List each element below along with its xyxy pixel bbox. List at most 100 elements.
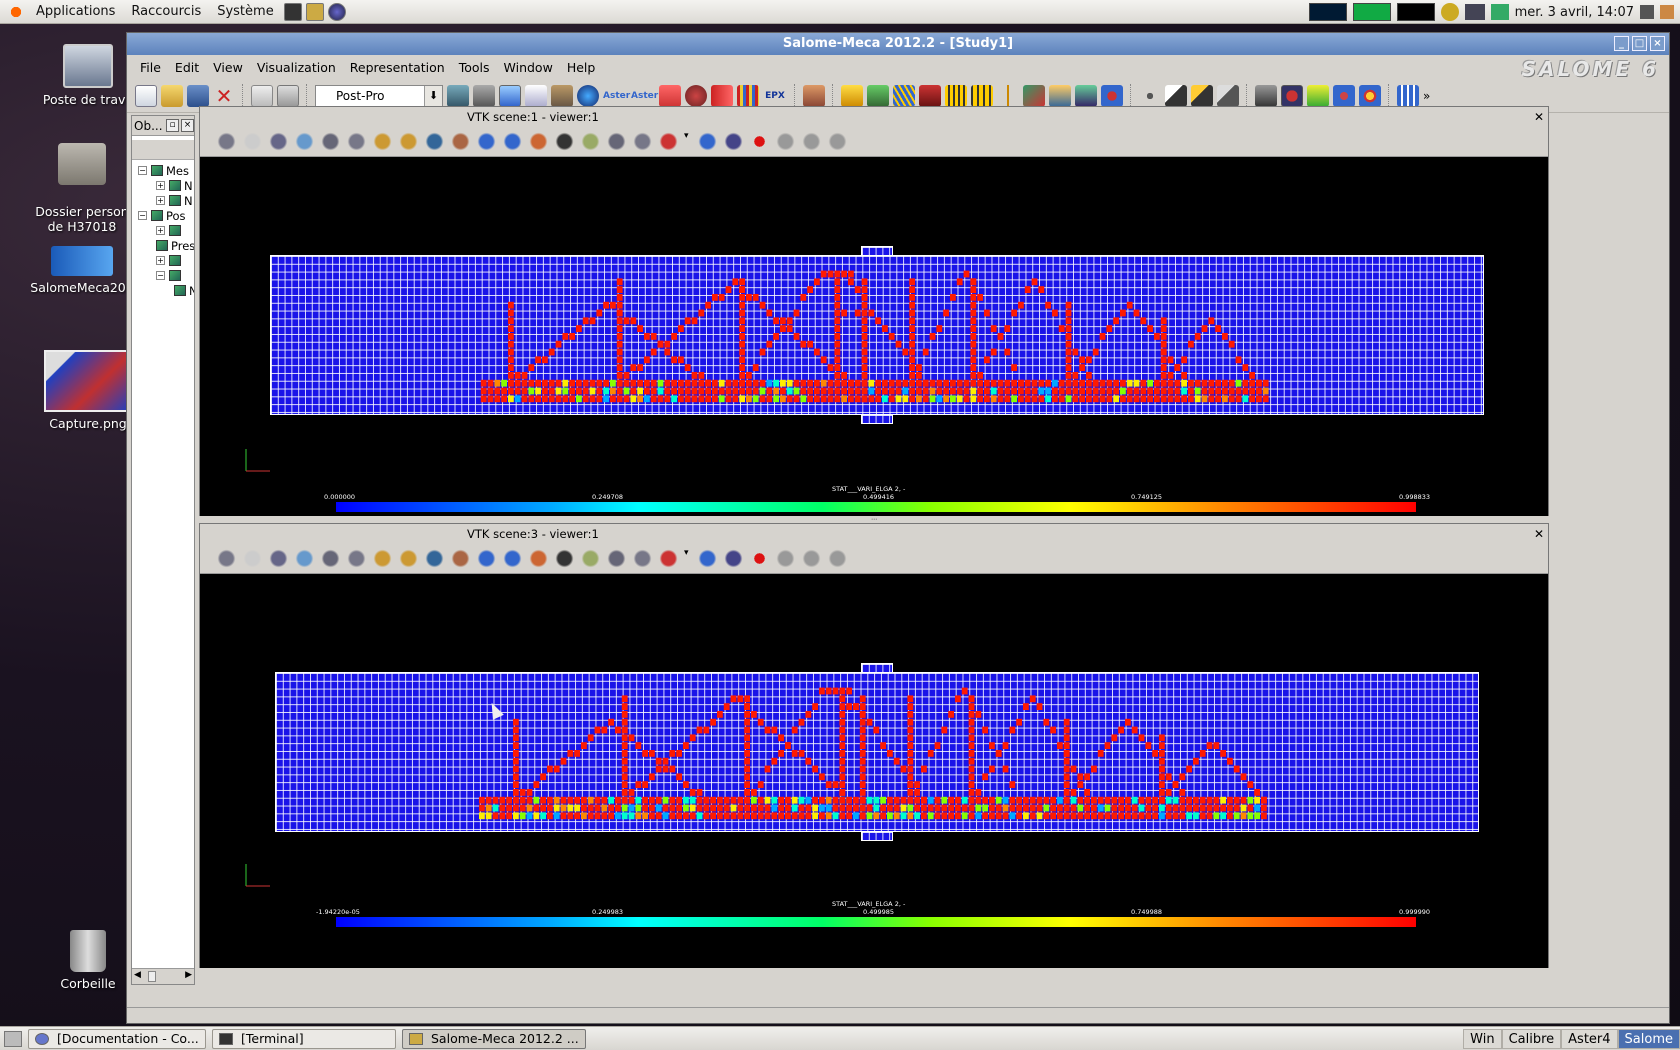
scroll-thumb[interactable] [148,971,156,982]
close-study-icon[interactable]: ✕ [213,85,235,107]
epx-module-button[interactable]: EPX [763,91,787,101]
collapse-icon[interactable]: − [138,166,147,175]
menu-visualization[interactable]: Visualization [250,60,343,75]
selection-icon[interactable] [1139,84,1161,107]
menu-view[interactable]: View [206,60,250,75]
module-selector[interactable]: Post-Pro ⬇ [315,84,443,107]
ericas-icon[interactable] [659,84,681,107]
desktop-icon-home-folder[interactable]: Dossier person de H37018 [22,128,142,249]
object-browser-titlebar[interactable]: Ob... ▫ × [132,116,194,136]
save-icon[interactable] [187,84,209,107]
projection-ortho-icon[interactable] [697,548,718,569]
reset-view-icon[interactable] [528,548,549,569]
connector-icon[interactable] [711,84,733,107]
viewer-titlebar[interactable]: VTK scene:1 - viewer:1 ✕ [200,107,1548,127]
show-desktop-icon[interactable] [4,1030,22,1047]
stripes-icon[interactable] [737,84,759,107]
menu-window[interactable]: Window [497,60,560,75]
projection-ortho-icon[interactable] [697,131,718,152]
paste-icon[interactable] [277,84,299,107]
float-icon[interactable]: ▫ [166,119,179,132]
dump-view-icon[interactable] [1255,84,1277,107]
tree-item[interactable]: Pres [138,238,194,253]
close-icon[interactable]: × [181,119,194,132]
curve-icon[interactable] [1023,84,1045,107]
taskbar-item-documentation[interactable]: [Documentation - Co... [28,1028,206,1049]
lod-icon[interactable] [554,131,575,152]
object-browser-hscrollbar[interactable]: ◀ ▶ [132,968,194,984]
pause-icon[interactable] [801,131,822,152]
rotate-left-icon[interactable] [476,131,497,152]
dump-view-icon[interactable] [216,548,237,569]
viewer-canvas[interactable]: STAT___VARI_ELGA 2, - 0.000000 0.249708 … [200,157,1548,516]
tree-item[interactable]: + N [138,178,194,193]
postpro-module-icon[interactable] [499,84,521,107]
grid-view-icon[interactable] [1397,84,1419,107]
pause-icon[interactable] [801,548,822,569]
bar-icon[interactable] [997,84,1019,107]
scale-icon[interactable] [580,548,601,569]
new-document-icon[interactable] [135,84,157,107]
aster-study-button[interactable]: Aster [631,91,658,101]
minimize-button[interactable]: _ [1614,36,1629,51]
fit-all-icon[interactable] [450,131,471,152]
expand-icon[interactable]: + [156,226,165,235]
cursor-yellow-icon[interactable] [1191,84,1213,107]
notification-icon[interactable] [1440,3,1459,21]
geometry-module-icon[interactable] [447,84,469,107]
tree-item[interactable]: − Mes [138,163,194,178]
play-icon[interactable] [775,131,796,152]
open-folder-icon[interactable] [161,84,183,107]
paravis-module-icon[interactable] [577,84,599,107]
layers-icon[interactable] [945,84,967,107]
printer-icon[interactable] [1464,4,1485,20]
more-icon[interactable]: ▾ [684,548,692,569]
toolbar-overflow-icon[interactable]: » [1423,89,1430,103]
rotate-icon[interactable] [424,548,445,569]
yacs-module-icon[interactable] [551,84,573,107]
cursor-select-icon[interactable] [1165,84,1187,107]
link-icon[interactable] [685,84,707,107]
taskbar-item-terminal[interactable]: [Terminal] [212,1028,396,1049]
clipping-icon[interactable] [632,548,653,569]
menu-tools[interactable]: Tools [452,60,497,75]
tree-item[interactable]: + [138,223,194,238]
expand-icon[interactable]: + [156,256,165,265]
eficas-module-icon[interactable] [525,84,547,107]
clock[interactable]: mer. 3 avril, 14:07 [1515,5,1634,20]
tree-item[interactable]: − Pos [138,208,194,223]
lod-icon[interactable] [554,548,575,569]
columns-icon[interactable] [971,84,993,107]
rotate-right-icon[interactable] [502,131,523,152]
close-button[interactable]: × [1650,36,1665,51]
rotate-left-icon[interactable] [476,548,497,569]
main-menu-icon[interactable] [4,0,28,24]
menu-representation[interactable]: Representation [343,60,452,75]
trihedron-icon[interactable] [268,131,289,152]
plot-icon[interactable] [1049,84,1071,107]
zoom-icon[interactable] [346,548,367,569]
taskbar-item-salome[interactable]: Salome-Meca 2012.2 ... [402,1028,586,1049]
tree-item[interactable]: + N [138,193,194,208]
case-icon[interactable] [803,84,825,107]
cube-icon[interactable] [919,84,941,107]
camera-icon[interactable] [606,548,627,569]
recorder-icon[interactable] [1281,84,1303,107]
background-icon[interactable] [242,548,263,569]
system-menu[interactable]: Système [209,0,281,24]
background-icon[interactable] [242,131,263,152]
record-icon[interactable] [749,131,770,152]
particles-icon[interactable] [1101,84,1123,107]
applications-menu[interactable]: Applications [28,0,123,24]
scroll-right-icon[interactable]: ▶ [185,970,192,980]
menu-edit[interactable]: Edit [168,60,206,75]
rotate-right-icon[interactable] [502,548,523,569]
close-icon[interactable]: ✕ [1534,107,1544,127]
pen-icon[interactable] [867,84,889,107]
graduated-axes-icon[interactable] [658,548,679,569]
smesh-module-icon[interactable] [473,84,495,107]
viewer-canvas[interactable]: STAT___VARI_ELGA 2, - -1.94220e-05 0.249… [200,574,1548,968]
global-pan-icon[interactable] [398,548,419,569]
desktop-icon-salomemeca[interactable]: SalomeMeca201 [22,246,142,295]
molecule-icon[interactable] [1359,84,1381,107]
